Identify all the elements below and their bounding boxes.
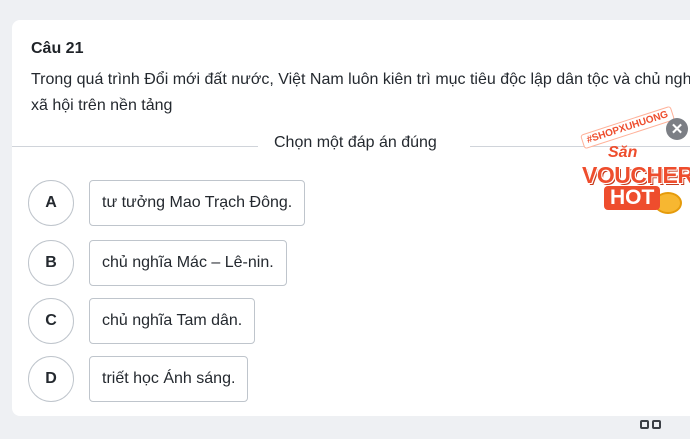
option-text[interactable]: triết học Ánh sáng.	[89, 356, 249, 402]
option-letter[interactable]: D	[28, 356, 74, 402]
option-text[interactable]: chủ nghĩa Mác – Lê-nin.	[89, 240, 287, 286]
promo-voucher-label: VOUCHER	[582, 162, 690, 188]
grid-menu-icon[interactable]	[640, 420, 662, 439]
option-text[interactable]: tư tưởng Mao Trạch Đông.	[89, 180, 306, 226]
promo-san-label: Săn	[608, 144, 638, 161]
grid-cell	[652, 420, 661, 429]
option-text[interactable]: chủ nghĩa Tam dân.	[89, 298, 256, 344]
close-icon[interactable]: ✕	[666, 118, 688, 140]
option-letter[interactable]: C	[28, 298, 74, 344]
question-text: Trong quá trình Đổi mới đất nước, Việt N…	[31, 71, 690, 114]
grid-cell	[640, 420, 649, 429]
option-letter[interactable]: B	[28, 240, 74, 286]
promo-hot-label: HOT	[604, 186, 661, 210]
question-title: Câu 21	[31, 40, 84, 57]
voucher-promo-banner[interactable]: #SHOPXUHUONG ✕ Săn VOUCHER HOT	[574, 105, 690, 224]
option-letter[interactable]: A	[28, 180, 74, 226]
